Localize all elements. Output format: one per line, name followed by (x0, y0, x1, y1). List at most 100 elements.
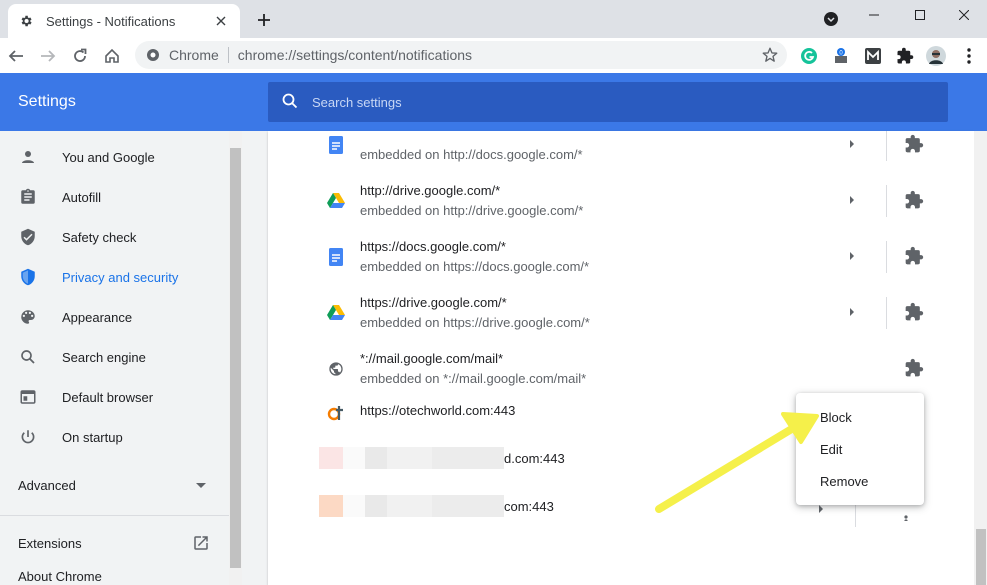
menu-item-remove[interactable]: Remove (796, 465, 924, 497)
clipboard-icon (18, 187, 38, 207)
content-scrollbar-thumb[interactable] (976, 529, 986, 585)
site-embedded: embedded on https://docs.google.com/* (360, 259, 590, 274)
arrow-right-icon[interactable] (850, 196, 854, 204)
sidebar-item-about-chrome[interactable]: About Chrome (0, 569, 229, 585)
sidebar-scrollbar-thumb[interactable] (230, 148, 241, 568)
profile-avatar[interactable] (926, 46, 946, 66)
site-row[interactable]: https://docs.google.com/* embedded on ht… (268, 229, 974, 285)
row-divider (886, 131, 887, 161)
arrow-right-icon[interactable] (819, 505, 823, 513)
palette-icon (18, 307, 38, 327)
tab-close-icon[interactable] (212, 12, 230, 30)
back-arrow-icon[interactable] (5, 45, 27, 67)
site-origin: *://mail.google.com/mail* (360, 351, 504, 366)
caret-down-icon (196, 483, 206, 488)
search-input[interactable] (312, 94, 912, 110)
grammarly-extension-icon[interactable] (799, 46, 819, 66)
extension-puzzle-icon (904, 190, 924, 210)
blurred-text (387, 495, 432, 517)
notifications-site-list: embedded on http://docs.google.com/* htt… (268, 131, 974, 585)
docs-icon (326, 247, 346, 267)
sidebar-item-extensions[interactable]: Extensions (0, 527, 229, 559)
bookmark-star-icon[interactable] (761, 46, 779, 64)
arrow-right-icon[interactable] (850, 252, 854, 260)
tab-title: Settings - Notifications (46, 13, 176, 29)
extension-puzzle-icon (904, 246, 924, 266)
sidebar-item-search-engine[interactable]: Search engine (0, 337, 229, 377)
menu-kebab-icon[interactable] (959, 46, 979, 66)
globe-icon (326, 359, 346, 379)
site-origin: com:443 (504, 499, 554, 514)
arrow-right-icon[interactable] (850, 308, 854, 316)
reload-icon[interactable] (69, 45, 91, 67)
blurred-text (387, 447, 432, 469)
site-row[interactable]: embedded on http://docs.google.com/* (268, 131, 974, 173)
blurred-text (343, 447, 365, 469)
site-row[interactable]: http://drive.google.com/* embedded on ht… (268, 173, 974, 229)
blurred-text (365, 447, 387, 469)
menu-item-edit[interactable]: Edit (796, 433, 924, 465)
extensions-label: Extensions (18, 535, 82, 551)
browser-toolbar: Chrome chrome://settings/content/notific… (0, 38, 987, 73)
sidebar-divider (0, 515, 229, 516)
open-in-new-icon (192, 534, 210, 552)
badge-extension-icon[interactable]: 0 (831, 46, 851, 66)
docs-icon (326, 135, 346, 155)
settings-search-box[interactable] (268, 82, 948, 122)
search-icon (282, 93, 298, 112)
sidebar-item-appearance[interactable]: Appearance (0, 297, 229, 337)
sidebar-item-label: Appearance (62, 309, 133, 325)
person-icon (18, 147, 38, 167)
site-row[interactable]: https://drive.google.com/* embedded on h… (268, 285, 974, 341)
sidebar-item-you-and-google[interactable]: You and Google (0, 137, 229, 177)
tab-strip: Settings - Notifications (0, 0, 987, 38)
sidebar-item-privacy-and-security[interactable]: Privacy and security (0, 257, 229, 297)
home-icon[interactable] (101, 45, 123, 67)
omnibox-chip: Chrome (169, 47, 229, 63)
m-extension-icon[interactable] (863, 46, 883, 66)
drive-icon (326, 303, 346, 323)
site-embedded: embedded on http://drive.google.com/* (360, 203, 584, 218)
gear-icon (18, 13, 34, 29)
site-origin: https://drive.google.com/* (360, 295, 507, 310)
extension-puzzle-icon (904, 358, 924, 378)
omnibox[interactable]: Chrome chrome://settings/content/notific… (135, 41, 787, 69)
page-title: Settings (18, 93, 76, 110)
site-origin: https://docs.google.com/* (360, 239, 506, 254)
forward-arrow-icon[interactable] (37, 45, 59, 67)
site-origin: https://otechworld.com:443 (360, 403, 516, 418)
extensions-puzzle-icon[interactable] (895, 46, 915, 66)
arrow-right-icon[interactable] (850, 140, 854, 148)
browser-icon (18, 387, 38, 407)
chrome-logo-icon[interactable] (145, 47, 161, 63)
search-icon (18, 347, 38, 367)
site-context-menu: Block Edit Remove (796, 393, 924, 505)
tab-settings-notifications[interactable]: Settings - Notifications (8, 4, 240, 38)
content-scrollbar[interactable] (974, 131, 987, 585)
sidebar-scrollbar[interactable] (229, 131, 242, 585)
omnibox-url[interactable]: chrome://settings/content/notifications (229, 47, 472, 63)
sidebar-item-safety-check[interactable]: Safety check (0, 217, 229, 257)
blurred-text (365, 495, 387, 517)
sidebar-item-default-browser[interactable]: Default browser (0, 377, 229, 417)
close-window-icon[interactable] (941, 0, 987, 30)
sidebar: You and Google Autofill Safety check Pri… (0, 131, 229, 585)
otechworld-icon (326, 403, 346, 423)
site-origin: http://drive.google.com/* (360, 183, 501, 198)
tab-search-icon[interactable] (823, 11, 839, 27)
advanced-label: Advanced (18, 477, 76, 493)
maximize-icon[interactable] (897, 0, 943, 30)
shield-check-icon (18, 227, 38, 247)
menu-item-block[interactable]: Block (796, 401, 924, 433)
minimize-icon[interactable] (851, 0, 897, 30)
sidebar-item-label: Autofill (62, 189, 102, 205)
site-embedded: embedded on https://drive.google.com/* (360, 315, 590, 330)
sidebar-item-label: You and Google (62, 149, 155, 165)
sidebar-item-label: Safety check (62, 229, 137, 245)
sidebar-item-autofill[interactable]: Autofill (0, 177, 229, 217)
sidebar-item-label: Default browser (62, 389, 154, 405)
sidebar-advanced-toggle[interactable]: Advanced (0, 469, 229, 501)
sidebar-item-on-startup[interactable]: On startup (0, 417, 229, 457)
new-tab-plus-icon[interactable] (254, 10, 274, 30)
extension-puzzle-icon (904, 134, 924, 154)
